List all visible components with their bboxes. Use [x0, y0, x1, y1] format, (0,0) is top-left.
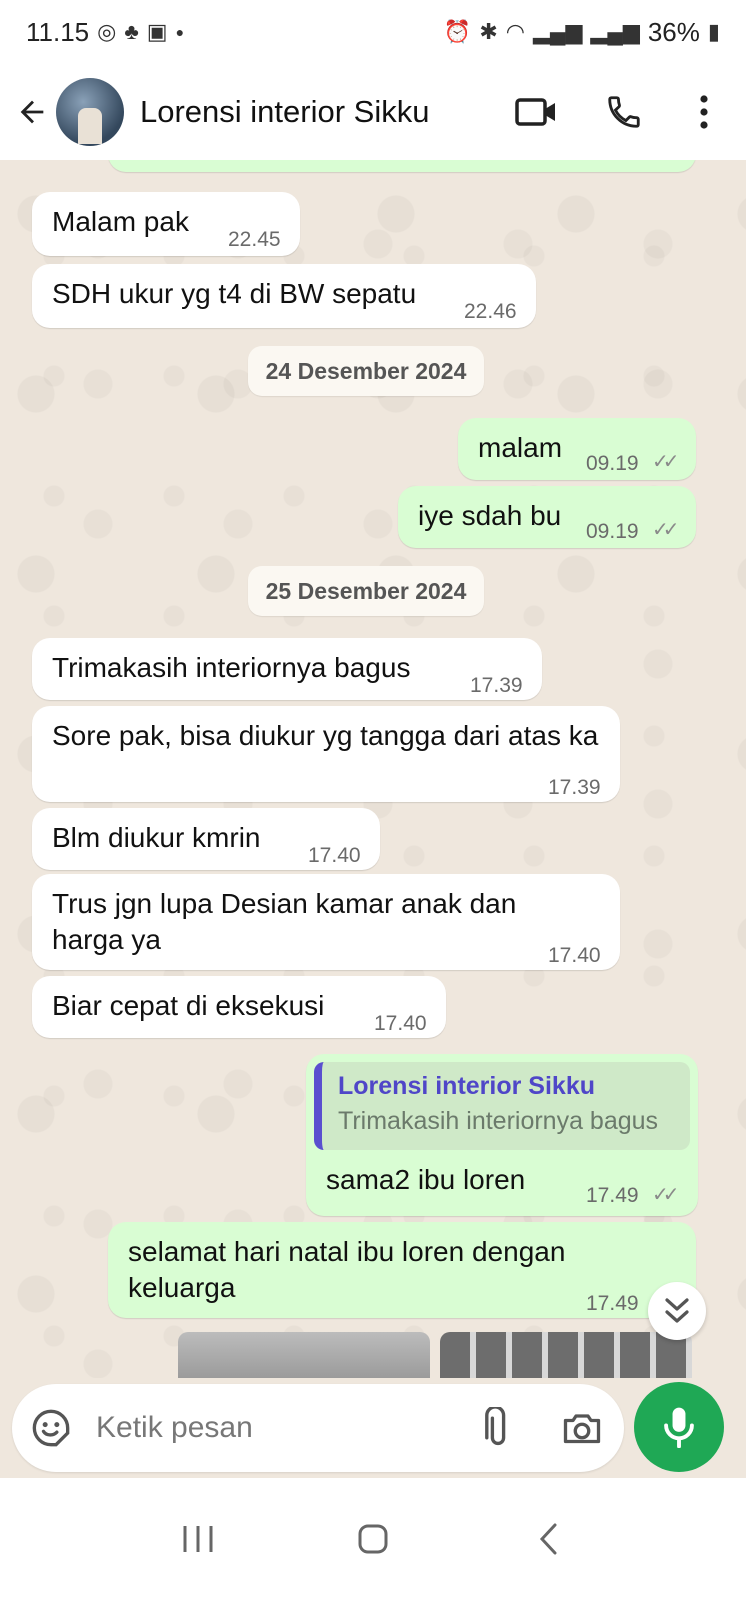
voice-message-button[interactable] [634, 1382, 724, 1472]
scroll-to-bottom-button[interactable] [648, 1282, 706, 1340]
message-time: 22.45 [228, 228, 281, 251]
message-text: sama2 ibu loren [326, 1164, 526, 1195]
message-text: Trus jgn lupa Desian kamar anak dan harg… [52, 888, 517, 955]
camera-icon [563, 1414, 601, 1444]
message-time: 17.39 [548, 776, 601, 799]
message-bubble-outgoing[interactable]: iye sdah bu 09.19 ✓✓ [398, 486, 696, 548]
camera-button[interactable] [540, 1410, 624, 1446]
emoji-icon [32, 1409, 70, 1447]
message-text: selamat hari natal ibu loren dengan kelu… [128, 1236, 566, 1303]
message-bubble-incoming[interactable]: Malam pak 22.45 [32, 192, 300, 256]
alarm-icon: ⏰ [443, 19, 472, 44]
video-call-icon [515, 98, 555, 126]
signal-icon-2: ▂▄▆ [590, 19, 640, 44]
message-bubble-outgoing[interactable]: malam 09.19 ✓✓ [458, 418, 696, 480]
message-text: malam [478, 432, 563, 463]
video-call-button[interactable] [504, 80, 568, 144]
image-attachment[interactable] [440, 1332, 692, 1378]
message-input[interactable]: Ketik pesan [96, 1411, 456, 1445]
message-time: 22.46 [464, 300, 517, 323]
more-vert-icon [700, 95, 708, 129]
status-bar: 11.15 ◎ ♣ ▣ ● ⏰ ✱ ◠ ▂▄▆ ▂▄▆ 36% ▮ [0, 0, 746, 64]
home-icon [358, 1524, 388, 1554]
date-divider: 24 Desember 2024 [248, 346, 484, 396]
date-divider: 25 Desember 2024 [248, 566, 484, 616]
message-bubble-incoming[interactable]: Trimakasih interiornya bagus 17.39 [32, 638, 542, 700]
voice-call-button[interactable] [592, 80, 656, 144]
message-text: iye sdah bu [418, 500, 562, 531]
back-button[interactable] [0, 80, 64, 144]
scroll-down-icon [665, 1298, 689, 1323]
message-text: Blm diukur kmrin [52, 822, 261, 853]
emoji-button[interactable] [16, 1408, 86, 1448]
battery-icon: ▮ [707, 19, 720, 44]
more-options-button[interactable] [672, 80, 736, 144]
nav-back-icon [540, 1523, 557, 1555]
mic-icon [664, 1407, 694, 1448]
message-time: 09.19 [586, 452, 639, 475]
message-bubble-incoming[interactable]: Sore pak, bisa diukur yg tangga dari ata… [32, 706, 620, 802]
contact-name[interactable]: Lorensi interior Sikku [140, 94, 504, 130]
gallery-notification-icon: ▣ [146, 19, 168, 44]
read-ticks-icon: ✓✓ [652, 1184, 679, 1206]
read-ticks-icon: ✓✓ [652, 519, 679, 541]
chat-header: Lorensi interior Sikku [0, 64, 746, 160]
message-bubble-incoming[interactable]: Blm diukur kmrin 17.40 [32, 808, 380, 870]
message-time: 17.39 [470, 674, 523, 697]
more-notifications-dot-icon: ● [175, 24, 185, 40]
message-bubble-incoming[interactable]: Trus jgn lupa Desian kamar anak dan harg… [32, 874, 620, 970]
system-navigation-bar [0, 1478, 746, 1600]
quoted-message[interactable]: Lorensi interior Sikku Trimakasih interi… [314, 1062, 690, 1150]
whatsapp-notification-icon: ◎ [97, 19, 117, 44]
message-text: SDH ukur yg t4 di BW sepatu [52, 278, 417, 309]
message-time: 17.49 [586, 1184, 639, 1207]
message-time: 17.40 [374, 1012, 427, 1035]
phone-icon [608, 96, 640, 128]
composer: Ketik pesan [0, 1378, 746, 1478]
status-time: 11.15 [26, 16, 90, 47]
message-text: Malam pak [52, 206, 189, 237]
message-text: Trimakasih interiornya bagus [52, 652, 411, 683]
signal-icon: ▂▄▆ [532, 19, 583, 44]
message-text: Sore pak, bisa diukur yg tangga dari ata… [52, 720, 599, 751]
attach-button[interactable] [456, 1407, 540, 1449]
notification-icon: ♣ [124, 19, 139, 44]
chat-area[interactable]: Malam pak 22.45 SDH ukur yg t4 di BW sep… [0, 160, 746, 1378]
message-time: 09.19 [586, 520, 639, 543]
back-arrow-icon [20, 100, 44, 124]
message-bubble-partial[interactable] [108, 160, 696, 172]
message-bubble-outgoing[interactable]: selamat hari natal ibu loren dengan kelu… [108, 1222, 696, 1318]
recent-apps-icon [183, 1526, 213, 1552]
nav-back-button[interactable] [503, 1494, 593, 1584]
wifi-icon: ◠ [505, 19, 525, 44]
battery-level: 36% [647, 16, 700, 47]
message-bubble-incoming[interactable]: Biar cepat di eksekusi 17.40 [32, 976, 446, 1038]
quoted-text: Trimakasih interiornya bagus [338, 1107, 659, 1135]
recent-apps-button[interactable] [153, 1494, 243, 1584]
message-time: 17.49 [586, 1292, 639, 1315]
bluetooth-icon: ✱ [479, 19, 498, 44]
message-input-box[interactable]: Ketik pesan [12, 1384, 624, 1472]
message-time: 17.40 [308, 844, 361, 867]
contact-avatar[interactable] [56, 78, 124, 146]
attach-icon [485, 1407, 506, 1445]
home-button[interactable] [328, 1494, 418, 1584]
read-ticks-icon: ✓✓ [652, 451, 679, 473]
message-text: Biar cepat di eksekusi [52, 990, 325, 1021]
quoted-sender: Lorensi interior Sikku [338, 1072, 596, 1100]
image-attachment[interactable] [178, 1332, 430, 1378]
message-bubble-incoming[interactable]: SDH ukur yg t4 di BW sepatu 22.46 [32, 264, 536, 328]
message-time: 17.40 [548, 944, 601, 967]
